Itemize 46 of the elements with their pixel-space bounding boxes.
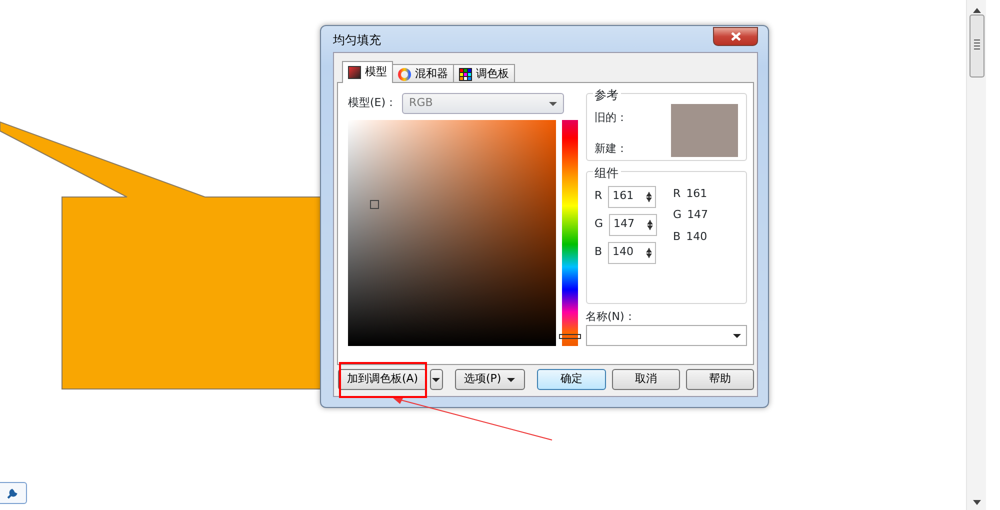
- readout-label: R: [673, 186, 681, 202]
- readout-label: B: [673, 228, 681, 244]
- dropdown-arrow-icon: [732, 334, 740, 338]
- model-dropdown[interactable]: RGB: [402, 93, 564, 114]
- readout-label: G: [673, 207, 682, 223]
- dialog-button[interactable]: 选项(P): [454, 369, 524, 390]
- add-to-palette-button[interactable]: 加到调色板(A): [338, 369, 428, 390]
- field-label: 名称(N)：: [586, 309, 636, 325]
- number-spinner[interactable]: 140: [608, 242, 656, 264]
- field-label: 旧的：: [594, 110, 628, 126]
- tab[interactable]: 模型: [342, 61, 393, 83]
- readout-value: 147: [687, 207, 708, 223]
- dropdown-arrow-icon: [549, 102, 558, 106]
- hue-marker[interactable]: [558, 334, 580, 338]
- spinner-arrows-icon: [646, 248, 652, 258]
- spinner-arrows-icon: [646, 192, 652, 202]
- close-icon: [730, 30, 742, 42]
- readout-value: 140: [686, 228, 708, 244]
- wrench-icon: [6, 487, 18, 499]
- close-button[interactable]: [713, 26, 758, 46]
- color-field[interactable]: [348, 120, 556, 346]
- ring-icon: [398, 68, 411, 80]
- tab[interactable]: 混和器: [392, 64, 454, 83]
- dialog-button[interactable]: 取消: [612, 369, 680, 390]
- field-label: 模型(E)：: [348, 95, 397, 112]
- number-spinner[interactable]: 147: [608, 214, 657, 236]
- number-spinner[interactable]: 161: [608, 186, 656, 208]
- caret-icon: [432, 378, 440, 382]
- readout-value: 161: [686, 186, 708, 202]
- field-label: R: [594, 188, 602, 204]
- field-label: 新建：: [594, 140, 628, 156]
- scrollbar[interactable]: [966, 0, 986, 510]
- dropdown-button[interactable]: [430, 369, 443, 390]
- picker-marker[interactable]: [370, 200, 379, 208]
- dialog-button[interactable]: 帮助: [686, 369, 754, 390]
- color-swatch: [670, 104, 738, 157]
- wrench-button[interactable]: [0, 482, 27, 504]
- field-label: B: [594, 244, 602, 260]
- square-icon: [348, 66, 361, 79]
- field-label: G: [594, 216, 604, 232]
- window-title: 均匀填充: [333, 32, 381, 49]
- group-title: 参考: [592, 86, 620, 104]
- tab[interactable]: 调色板: [453, 64, 515, 83]
- dialog-button[interactable]: 确定: [536, 369, 606, 390]
- caret-icon: [507, 378, 516, 382]
- spinner-arrows-icon: [646, 220, 653, 230]
